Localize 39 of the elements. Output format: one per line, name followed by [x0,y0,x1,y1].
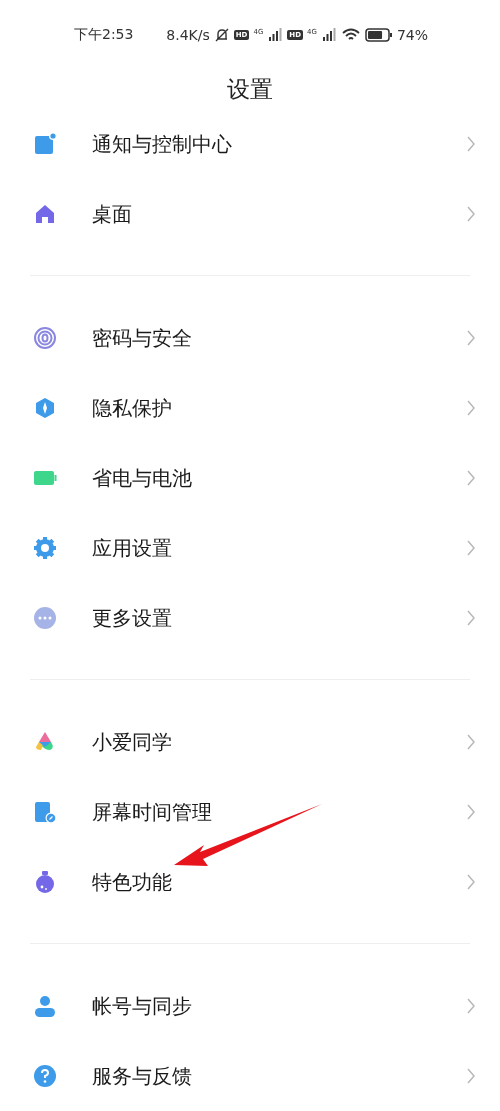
gear-icon [33,536,57,560]
battery-percent: 74% [396,27,428,43]
settings-item[interactable]: 隐私保护 [0,373,500,443]
person-icon [33,994,57,1018]
settings-item[interactable]: 应用设置 [0,513,500,583]
settings-item[interactable]: 服务与反馈 [0,1041,500,1111]
settings-item[interactable]: 密码与安全 [0,303,500,373]
more-icon [33,606,57,630]
settings-item[interactable]: 桌面 [0,179,500,249]
chevron-right-icon [466,1068,476,1084]
chevron-right-icon [466,330,476,346]
chevron-right-icon [466,734,476,750]
help-icon [33,1064,57,1088]
flask-icon [33,870,57,894]
settings-item[interactable]: 省电与电池 [0,443,500,513]
settings-item[interactable]: 小爱同学 [0,707,500,777]
shield-icon [33,396,57,420]
chevron-right-icon [466,206,476,222]
chevron-right-icon [466,610,476,626]
chevron-right-icon [466,804,476,820]
chevron-right-icon [466,874,476,890]
home-icon [33,202,57,226]
clock-time: 下午2:53 [74,26,134,44]
chevron-right-icon [466,400,476,416]
page-title: 设置 [227,75,273,104]
screen-time-icon [33,800,57,824]
bell-muted-icon [213,27,230,43]
chevron-right-icon [466,470,476,486]
settings-item[interactable]: 更多设置 [0,583,500,653]
chevron-right-icon [466,136,476,152]
settings-item[interactable]: 帐号与同步 [0,971,500,1041]
chevron-right-icon [466,540,476,556]
notification-icon [33,132,57,156]
settings-item[interactable]: 特色功能 [0,847,500,917]
battery-icon [364,28,393,42]
chevron-right-icon [466,998,476,1014]
fingerprint-icon [33,326,57,350]
settings-item[interactable]: 通知与控制中心 [0,109,500,179]
network-speed: 8.4K/s [166,27,210,43]
